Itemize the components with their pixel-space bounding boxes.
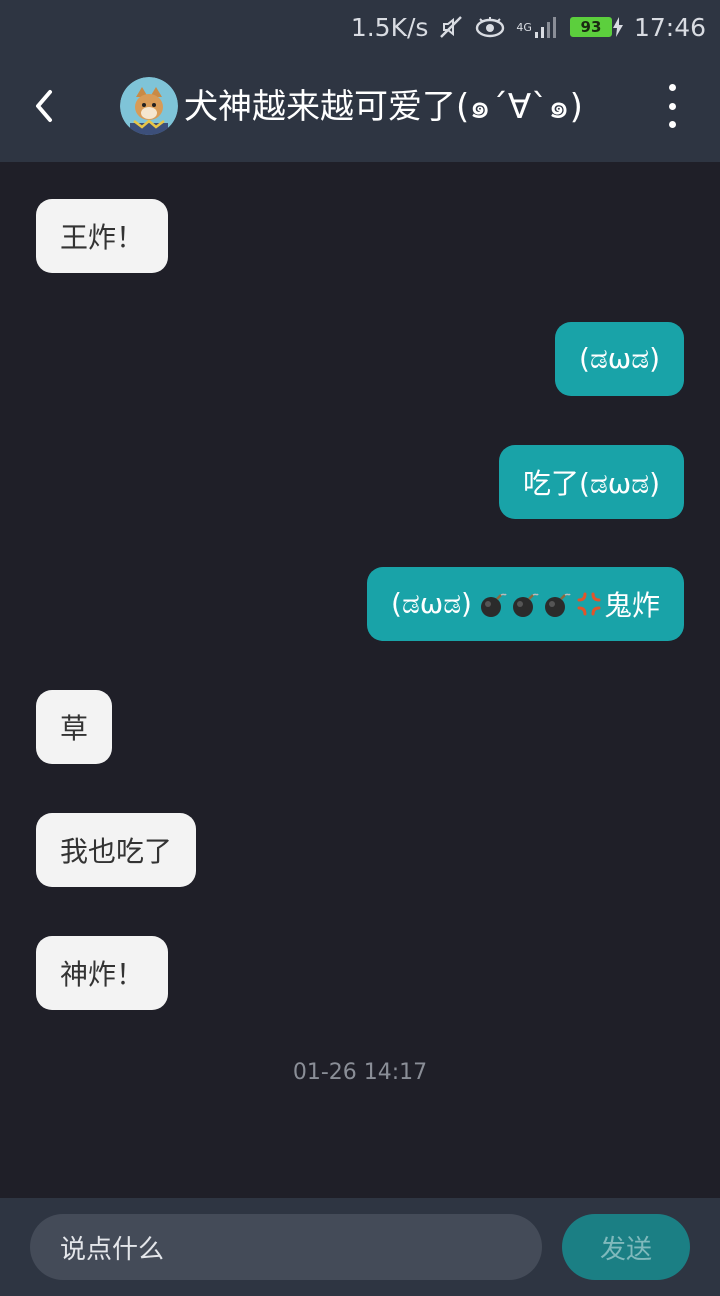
network-speed: 1.5K/s (350, 12, 429, 42)
eye-icon (474, 15, 506, 39)
signal-icon: 4G (516, 15, 560, 39)
charging-icon (612, 17, 623, 37)
avatar[interactable] (120, 77, 178, 135)
battery-indicator: 93 (569, 16, 624, 38)
battery-level: 93 (569, 17, 612, 37)
message-outgoing[interactable]: (ಡωಡ) (555, 322, 684, 396)
dot (668, 102, 676, 110)
message-text-suffix: 鬼炸 (603, 589, 660, 622)
message-timestamp: 01-26 14:17 (292, 1060, 428, 1085)
back-button[interactable] (20, 78, 68, 134)
chat-title: 犬神越来越可爱了(๑´∀`๑) (184, 87, 583, 127)
bomb-icon (544, 593, 571, 617)
message-incoming[interactable]: 王炸！ (36, 199, 169, 273)
title-group[interactable]: 犬神越来越可爱了(๑´∀`๑) (120, 74, 583, 138)
network-type: 4G (516, 20, 532, 34)
input-bar: 说点什么 发送 (0, 1198, 720, 1296)
emoji-group (478, 589, 604, 619)
bomb-icon (512, 593, 539, 617)
send-button[interactable]: 发送 (562, 1214, 690, 1280)
message-text-prefix: (ಡωಡ) (391, 587, 472, 620)
status-bar: 1.5K/s 4G 93 17:46 (0, 0, 720, 54)
mute-icon (438, 14, 464, 40)
message-input[interactable]: 说点什么 (30, 1214, 542, 1280)
message-incoming[interactable]: 我也吃了 (36, 813, 197, 887)
top-bar: 1.5K/s 4G 93 17:46 犬神越来越可爱了(๑´∀`๑) (0, 0, 720, 162)
chat-screen: 1.5K/s 4G 93 17:46 犬神越来越可爱了(๑´∀`๑) 王炸！ (… (0, 0, 720, 1296)
dot (668, 121, 676, 128)
bomb-icon (480, 593, 507, 617)
chat-header: 犬神越来越可爱了(๑´∀`๑) (0, 54, 720, 162)
more-options-button[interactable] (660, 84, 684, 128)
message-incoming[interactable]: 草 (36, 690, 113, 764)
clock: 17:46 (633, 12, 706, 42)
dot (668, 84, 676, 91)
message-outgoing[interactable]: 吃了(ಡωಡ) (499, 445, 684, 519)
chevron-left-icon (36, 90, 52, 122)
message-outgoing[interactable]: (ಡωಡ) 鬼炸 (367, 567, 684, 641)
message-incoming[interactable]: 神炸！ (36, 936, 169, 1010)
anger-icon (577, 592, 601, 616)
